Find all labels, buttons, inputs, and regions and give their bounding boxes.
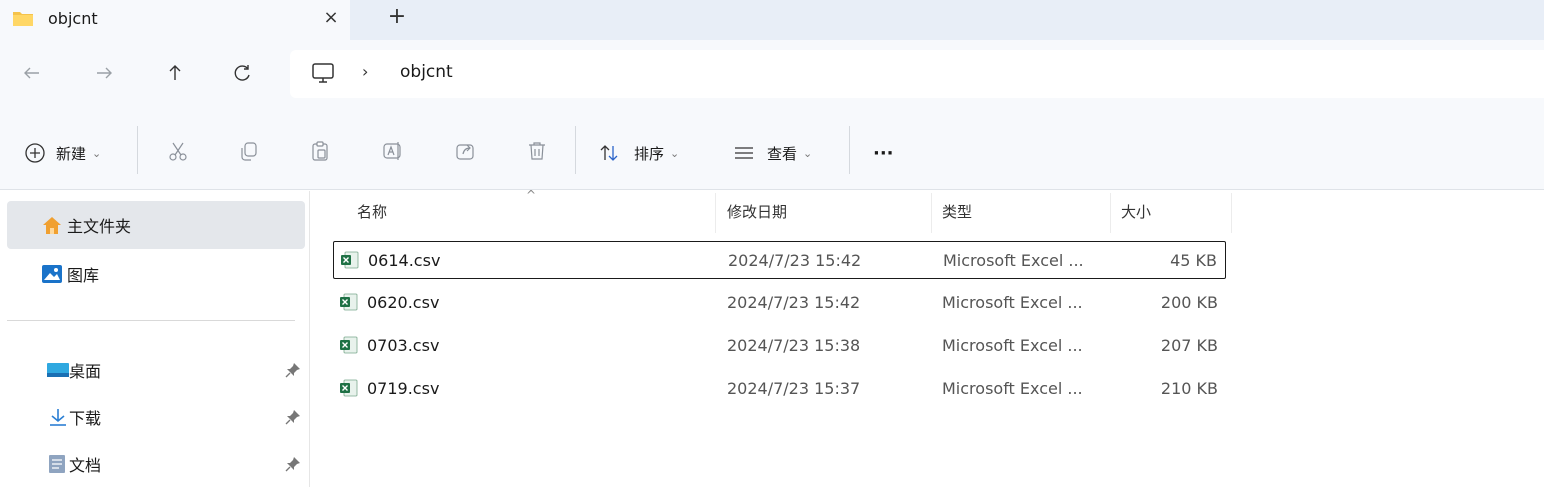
sidebar-divider bbox=[7, 320, 295, 321]
column-divider[interactable] bbox=[715, 193, 716, 233]
file-size: 210 KB bbox=[1160, 379, 1218, 398]
sidebar-item-gallery[interactable]: 图库 bbox=[7, 250, 305, 298]
breadcrumb-separator: › bbox=[362, 62, 369, 81]
download-icon bbox=[50, 409, 66, 426]
file-name: 0703.csv bbox=[367, 336, 440, 355]
desktop-icon bbox=[47, 363, 69, 377]
column-divider[interactable] bbox=[1110, 193, 1111, 233]
sidebar-item-downloads[interactable]: 下载 bbox=[7, 393, 305, 441]
column-divider[interactable] bbox=[931, 193, 932, 233]
address-bar[interactable] bbox=[290, 50, 1544, 98]
tab-strip: objcnt × + bbox=[0, 0, 1544, 40]
sidebar-item-label: 文档 bbox=[69, 456, 102, 475]
excel-csv-icon bbox=[340, 336, 358, 354]
view-list-icon bbox=[735, 147, 753, 159]
tab-title: objcnt bbox=[48, 9, 98, 28]
toolbar-divider bbox=[575, 126, 576, 174]
chevron-down-icon: ⌄ bbox=[803, 146, 813, 160]
add-circle-icon bbox=[25, 143, 45, 163]
file-row[interactable]: 0703.csv 2024/7/23 15:38 Microsoft Excel… bbox=[333, 327, 1226, 365]
rename-icon[interactable] bbox=[382, 140, 404, 162]
file-type: Microsoft Excel ... bbox=[943, 251, 1084, 270]
close-tab-icon[interactable]: × bbox=[320, 6, 342, 30]
documents-icon bbox=[49, 455, 65, 473]
sort-ascending-icon: ^ bbox=[526, 188, 537, 202]
toolbar-divider bbox=[137, 126, 138, 174]
this-pc-icon[interactable] bbox=[310, 60, 336, 86]
column-header-name[interactable]: 名称 bbox=[357, 201, 387, 222]
paste-icon[interactable] bbox=[309, 140, 331, 162]
sidebar-item-desktop[interactable]: 桌面 bbox=[7, 346, 305, 394]
excel-csv-icon bbox=[340, 379, 358, 397]
column-divider[interactable] bbox=[1231, 193, 1232, 233]
more-options-button[interactable]: ··· bbox=[873, 140, 894, 166]
file-date-modified: 2024/7/23 15:42 bbox=[727, 293, 861, 312]
column-header-type[interactable]: 类型 bbox=[942, 201, 972, 222]
toolbar-divider bbox=[849, 126, 850, 174]
tab-objcnt[interactable]: objcnt × bbox=[0, 0, 350, 40]
view-button-label: 查看 bbox=[767, 144, 798, 163]
pin-icon[interactable] bbox=[285, 456, 301, 472]
breadcrumb-objcnt[interactable]: objcnt bbox=[400, 62, 453, 82]
excel-csv-icon bbox=[340, 293, 358, 311]
view-button[interactable]: 查看 ⌄ bbox=[733, 140, 812, 166]
file-name: 0614.csv bbox=[368, 251, 441, 270]
file-date-modified: 2024/7/23 15:37 bbox=[727, 379, 861, 398]
gallery-icon bbox=[42, 265, 62, 283]
new-tab-button[interactable]: + bbox=[386, 4, 408, 30]
pin-icon[interactable] bbox=[285, 409, 301, 425]
file-row[interactable]: 0719.csv 2024/7/23 15:37 Microsoft Excel… bbox=[333, 370, 1226, 408]
file-size: 207 KB bbox=[1160, 336, 1218, 355]
column-header-size[interactable]: 大小 bbox=[1121, 201, 1151, 222]
file-date-modified: 2024/7/23 15:42 bbox=[728, 251, 862, 270]
chevron-down-icon: ⌄ bbox=[670, 146, 680, 160]
file-type: Microsoft Excel ... bbox=[942, 293, 1083, 312]
delete-icon[interactable] bbox=[526, 140, 548, 162]
chevron-down-icon: ⌄ bbox=[92, 146, 102, 160]
file-name: 0719.csv bbox=[367, 379, 440, 398]
file-size: 45 KB bbox=[1170, 251, 1217, 270]
up-icon[interactable] bbox=[160, 58, 190, 88]
file-type: Microsoft Excel ... bbox=[942, 336, 1083, 355]
share-icon[interactable] bbox=[455, 140, 477, 162]
folder-icon bbox=[13, 12, 33, 26]
new-button[interactable]: 新建 ⌄ bbox=[24, 140, 101, 166]
sidebar-item-label: 下载 bbox=[69, 409, 102, 428]
file-name: 0620.csv bbox=[367, 293, 440, 312]
copy-icon[interactable] bbox=[238, 140, 260, 162]
new-button-label: 新建 bbox=[56, 144, 87, 163]
sort-icon bbox=[600, 145, 618, 161]
sort-button-label: 排序 bbox=[634, 144, 665, 163]
refresh-icon[interactable] bbox=[228, 58, 258, 88]
cut-icon[interactable] bbox=[167, 140, 189, 162]
sidebar-item-label: 桌面 bbox=[69, 362, 102, 381]
home-icon bbox=[43, 217, 61, 234]
file-row[interactable]: 0614.csv 2024/7/23 15:42 Microsoft Excel… bbox=[333, 241, 1226, 279]
sidebar-item-label: 主文件夹 bbox=[67, 217, 132, 236]
sidebar-item-documents[interactable]: 文档 bbox=[7, 440, 305, 487]
sort-button[interactable]: 排序 ⌄ bbox=[598, 140, 679, 166]
column-header-date-modified[interactable]: 修改日期 bbox=[727, 201, 787, 222]
file-date-modified: 2024/7/23 15:38 bbox=[727, 336, 861, 355]
file-size: 200 KB bbox=[1160, 293, 1218, 312]
file-row[interactable]: 0620.csv 2024/7/23 15:42 Microsoft Excel… bbox=[333, 284, 1226, 322]
file-type: Microsoft Excel ... bbox=[942, 379, 1083, 398]
forward-icon[interactable] bbox=[89, 58, 119, 88]
excel-csv-icon bbox=[341, 251, 359, 269]
pin-icon[interactable] bbox=[285, 362, 301, 378]
sidebar-item-label: 图库 bbox=[67, 266, 100, 285]
back-icon[interactable] bbox=[17, 58, 47, 88]
sidebar-item-home[interactable]: 主文件夹 bbox=[7, 201, 305, 249]
